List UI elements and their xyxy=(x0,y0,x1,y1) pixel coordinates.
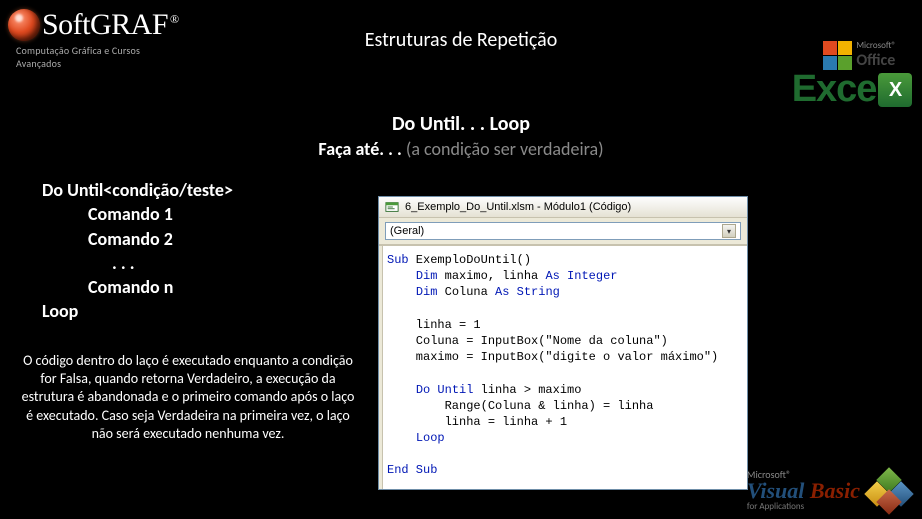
subhead-line2-bold: Faça até. . . xyxy=(318,138,405,160)
vba-basic: Basic xyxy=(810,478,860,503)
module-icon xyxy=(385,200,399,214)
excel-ms-label: Microsoft® xyxy=(856,40,896,51)
vba-apps: for Applications xyxy=(747,502,860,511)
dropdown-arrow-icon: ▾ xyxy=(722,224,736,238)
slide: SoftGRAF® Computação Gráfica e Cursos Av… xyxy=(0,0,922,519)
logo-vba: Microsoft® Visual Basic for Applications xyxy=(747,470,912,511)
vba-code-window: 6_Exemplo_Do_Until.xlsm - Módulo1 (Códig… xyxy=(378,196,748,490)
code-gutter xyxy=(379,246,383,489)
vba-object-dropdown-value: (Geral) xyxy=(390,225,424,237)
vba-titlebar: 6_Exemplo_Do_Until.xlsm - Módulo1 (Códig… xyxy=(379,197,747,218)
syntax-l5: Comando n xyxy=(88,275,233,299)
syntax-l4: . . . xyxy=(112,251,233,275)
vba-object-dropdown[interactable]: (Geral) ▾ xyxy=(385,222,741,240)
syntax-l3: Comando 2 xyxy=(88,227,233,251)
vba-visual: Visual xyxy=(747,478,804,503)
syntax-l2: Comando 1 xyxy=(88,202,233,226)
explanation-text: O código dentro do laço é executado enqu… xyxy=(18,352,358,443)
vba-code-area: Sub ExemploDoUntil() Dim maximo, linha A… xyxy=(379,245,747,489)
excel-word: Excel xyxy=(792,68,886,110)
excel-xl-icon xyxy=(878,73,912,107)
vba-code-text: Sub ExemploDoUntil() Dim maximo, linha A… xyxy=(387,252,739,479)
subheading: Do Until. . . Loop Faça até. . . (a cond… xyxy=(0,112,922,160)
logo-excel: Microsoft® Office Excel xyxy=(762,40,912,108)
vba-cubes-icon xyxy=(866,471,912,511)
syntax-block: Do Until<condição/teste> Comando 1 Coman… xyxy=(42,178,233,324)
syntax-l6: Loop xyxy=(42,299,233,323)
registered-mark: ® xyxy=(170,12,179,26)
syntax-l1: Do Until<condição/teste> xyxy=(42,178,233,202)
office-squares-icon xyxy=(823,41,852,70)
vba-window-title: 6_Exemplo_Do_Until.xlsm - Módulo1 (Códig… xyxy=(405,201,631,213)
subhead-line2-gray: (a condição ser verdadeira) xyxy=(406,138,604,160)
subhead-line1: Do Until. . . Loop xyxy=(0,112,922,136)
